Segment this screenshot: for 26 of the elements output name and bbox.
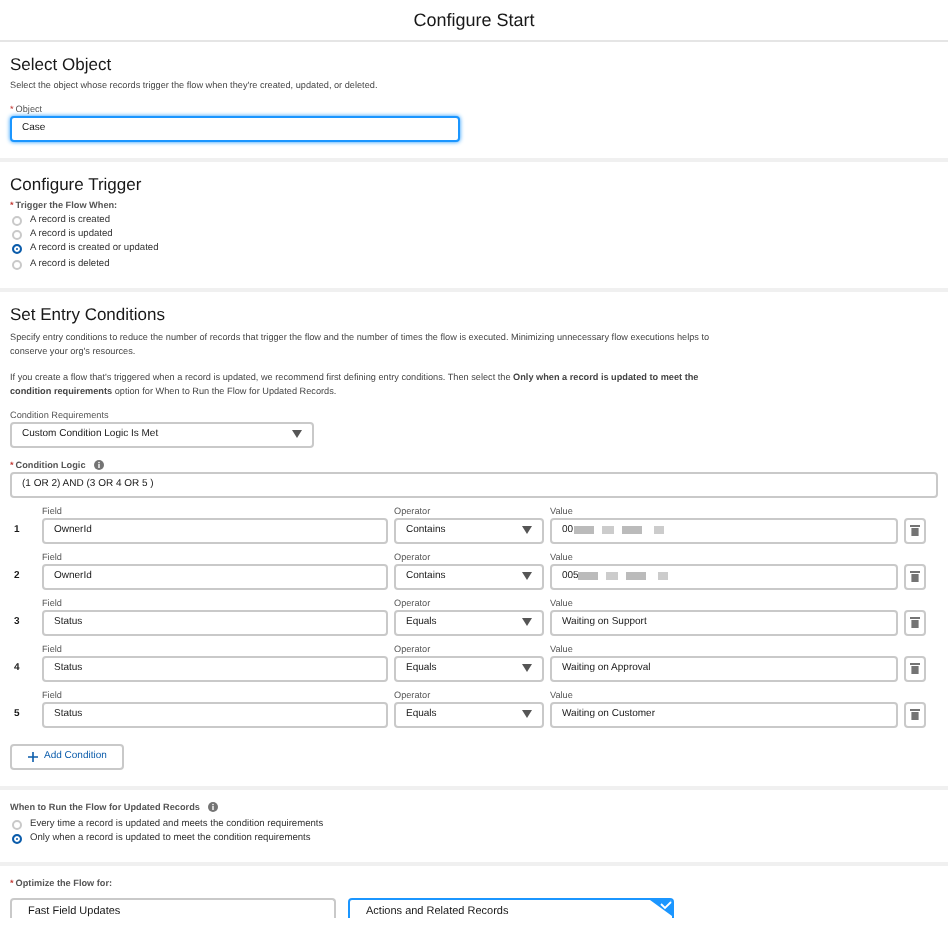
info-icon[interactable] [93, 460, 104, 471]
plus-icon [28, 751, 38, 762]
delete-button[interactable] [904, 655, 926, 682]
section-heading: Configure Trigger [10, 173, 144, 194]
caret-icon [522, 572, 532, 581]
delete-button[interactable] [904, 517, 926, 544]
trash-icon [910, 524, 920, 537]
window-title: Configure Start [0, 0, 948, 42]
section-heading: Set Entry Conditions [10, 303, 167, 324]
radio-button[interactable] [12, 244, 22, 255]
trash-icon [910, 708, 920, 721]
caret-icon [522, 526, 532, 535]
section-heading: Select Object [10, 54, 114, 74]
delete-button[interactable] [904, 701, 926, 728]
trash-icon [910, 616, 920, 629]
delete-button[interactable] [904, 609, 926, 636]
check-icon [650, 900, 672, 917]
caret-icon [522, 710, 532, 719]
caret-icon [522, 664, 532, 673]
trash-icon [910, 662, 920, 675]
delete-button[interactable] [904, 563, 926, 590]
radio-button[interactable] [12, 834, 22, 845]
caret-icon [522, 618, 532, 627]
caret-icon [292, 430, 302, 439]
info-icon[interactable] [207, 802, 218, 813]
trash-icon [910, 570, 920, 583]
